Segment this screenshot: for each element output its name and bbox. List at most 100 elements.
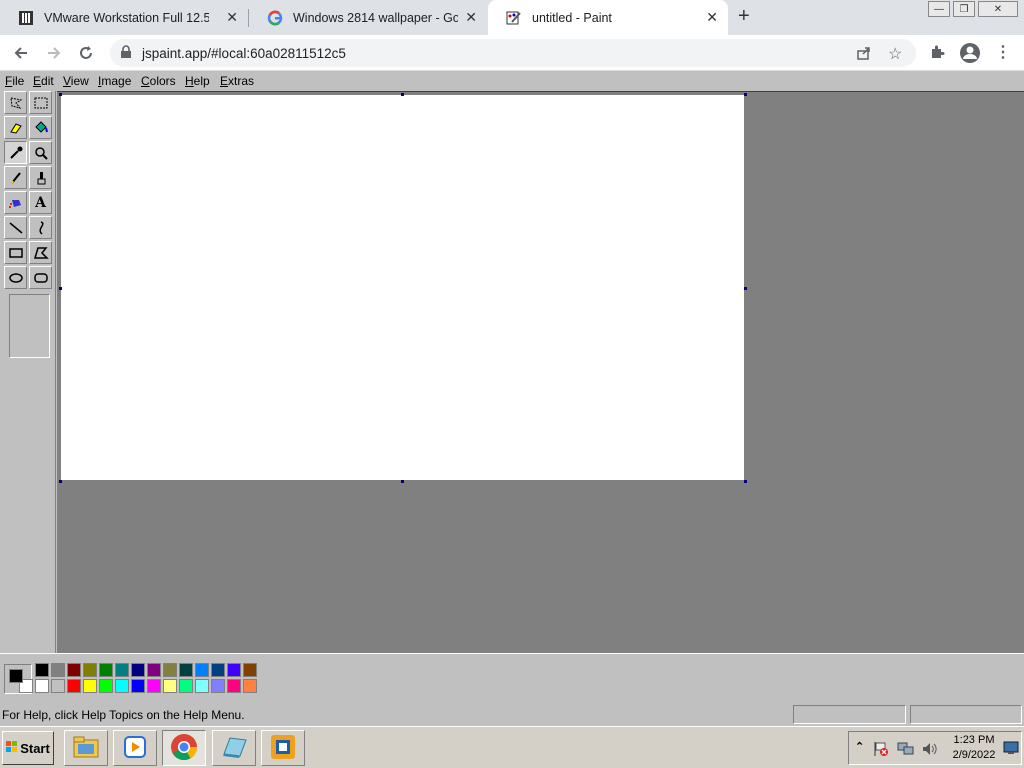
line-tool[interactable] (4, 216, 27, 239)
clock-date: 2/9/2022 (952, 749, 996, 761)
rectangle-tool[interactable] (4, 241, 27, 264)
extensions-icon[interactable] (929, 44, 945, 63)
show-hidden-icons-icon[interactable]: ⌃ (855, 740, 864, 753)
resize-handle (401, 93, 404, 96)
tab-close-button[interactable]: ✕ (465, 9, 477, 26)
palette-swatch[interactable] (147, 679, 161, 693)
menu-colors[interactable]: Colors (141, 74, 176, 88)
menu-help[interactable]: Help (185, 74, 210, 88)
palette-swatch[interactable] (131, 679, 145, 693)
clock-time: 1:23 PM (953, 734, 995, 746)
palette-swatch[interactable] (163, 663, 177, 677)
forward-icon[interactable] (42, 41, 66, 65)
share-icon[interactable] (856, 45, 872, 64)
url-text: jspaint.app/#local:60a02811512c5 (142, 46, 346, 61)
brush-tool[interactable] (29, 166, 52, 189)
palette-swatch[interactable] (131, 663, 145, 677)
minimize-button[interactable]: — (928, 1, 950, 17)
eraser-tool[interactable] (4, 116, 27, 139)
palette-swatch[interactable] (67, 679, 81, 693)
taskbar-explorer[interactable] (64, 730, 108, 766)
palette-swatch[interactable] (35, 663, 49, 677)
more-menu-icon[interactable]: ⋮ (995, 42, 1011, 62)
palette-swatch[interactable] (67, 663, 81, 677)
palette-swatch[interactable] (83, 663, 97, 677)
close-window-button[interactable]: ✕ (978, 1, 1018, 17)
status-text: For Help, click Help Topics on the Help … (2, 708, 245, 722)
rounded-rectangle-tool[interactable] (29, 266, 52, 289)
volume-icon[interactable] (921, 741, 939, 760)
menu-view[interactable]: View (63, 74, 89, 88)
magnifier-tool[interactable] (29, 141, 52, 164)
browser-tab-strip: VMware Workstation Full 12.5.0 ( ✕ Windo… (0, 0, 1024, 35)
palette-swatch[interactable] (115, 679, 129, 693)
profile-avatar[interactable] (959, 42, 981, 67)
start-button[interactable]: Start (2, 731, 54, 765)
tab-title: VMware Workstation Full 12.5.0 ( (44, 10, 209, 25)
resize-handle-corner[interactable] (744, 480, 747, 483)
network-icon[interactable] (897, 741, 915, 760)
palette-swatch[interactable] (179, 663, 193, 677)
text-tool[interactable]: A (29, 191, 52, 214)
taskbar-media-player[interactable] (113, 730, 157, 766)
tab-close-button[interactable]: ✕ (706, 9, 718, 26)
pick-color-tool[interactable] (4, 141, 27, 164)
action-center-flag-icon[interactable] (873, 741, 889, 760)
palette-swatch[interactable] (99, 663, 113, 677)
menu-edit[interactable]: Edit (33, 74, 54, 88)
media-player-icon (122, 734, 148, 763)
palette-swatch[interactable] (195, 663, 209, 677)
taskbar-chrome[interactable] (162, 730, 206, 766)
palette-swatch[interactable] (179, 679, 193, 693)
polygon-tool[interactable] (29, 241, 52, 264)
palette-swatch[interactable] (51, 679, 65, 693)
select-tool[interactable] (29, 91, 52, 114)
taskbar-notepad[interactable] (212, 730, 256, 766)
palette-swatch[interactable] (211, 663, 225, 677)
palette-swatch[interactable] (51, 663, 65, 677)
palette-swatch[interactable] (243, 679, 257, 693)
taskbar: Start ⌃ 1:23 PM 2/9/2022 (0, 726, 1024, 768)
primary-color-swatch[interactable] (9, 669, 23, 683)
menu-extras[interactable]: Extras (220, 74, 254, 88)
tab-paint[interactable]: untitled - Paint ✕ (488, 0, 728, 35)
free-form-select-tool[interactable] (4, 91, 27, 114)
back-icon[interactable] (9, 41, 33, 65)
palette-swatch[interactable] (115, 663, 129, 677)
ellipse-tool[interactable] (4, 266, 27, 289)
resize-handle-bottom[interactable] (401, 480, 404, 483)
curve-tool[interactable] (29, 216, 52, 239)
taskbar-vmware[interactable] (261, 730, 305, 766)
tab-vmware[interactable]: VMware Workstation Full 12.5.0 ( ✕ (0, 0, 248, 35)
pencil-tool[interactable] (4, 166, 27, 189)
drawing-canvas[interactable] (61, 95, 744, 480)
tab-google[interactable]: Windows 2814 wallpaper - Goog ✕ (249, 0, 487, 35)
paint-menubar: File Edit View Image Colors Help Extras (0, 71, 1024, 91)
bookmark-star-icon[interactable]: ☆ (888, 44, 902, 64)
show-desktop-icon[interactable] (1003, 741, 1019, 758)
palette-swatch[interactable] (35, 679, 49, 693)
palette-swatch[interactable] (99, 679, 113, 693)
system-tray: ⌃ 1:23 PM 2/9/2022 (848, 731, 1022, 765)
palette-swatch[interactable] (83, 679, 97, 693)
tool-options-box[interactable] (9, 294, 50, 358)
resize-handle-right[interactable] (744, 287, 747, 290)
reload-icon[interactable] (74, 41, 98, 65)
palette-swatch[interactable] (243, 663, 257, 677)
fill-with-color-tool[interactable] (29, 116, 52, 139)
palette-swatch[interactable] (227, 663, 241, 677)
tab-close-button[interactable]: ✕ (226, 9, 238, 26)
new-tab-button[interactable]: + (738, 5, 750, 28)
palette-swatch[interactable] (211, 679, 225, 693)
palette-swatch[interactable] (195, 679, 209, 693)
current-colors[interactable] (4, 664, 33, 694)
airbrush-tool[interactable] (4, 191, 27, 214)
palette-swatch[interactable] (163, 679, 177, 693)
toolbox: A (0, 91, 56, 653)
menu-image[interactable]: Image (98, 74, 131, 88)
palette-swatch[interactable] (227, 679, 241, 693)
menu-file[interactable]: File (5, 74, 24, 88)
address-bar[interactable]: jspaint.app/#local:60a02811512c5 ☆ (110, 39, 916, 67)
palette-swatch[interactable] (147, 663, 161, 677)
restore-button[interactable]: ❐ (953, 1, 975, 17)
